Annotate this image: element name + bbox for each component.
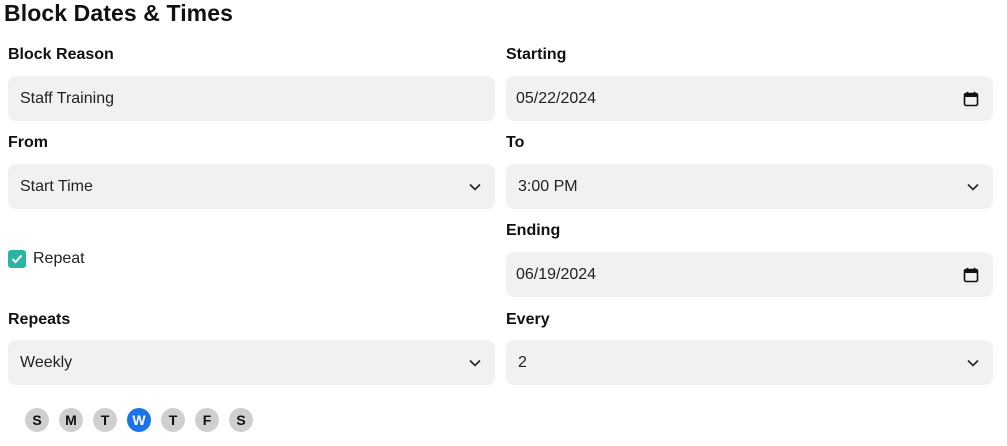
from-label: From <box>8 134 48 151</box>
starting-label: Starting <box>506 46 567 63</box>
to-time-select[interactable]: 3:00 PM <box>506 164 993 209</box>
repeat-checkbox-row[interactable]: Repeat <box>8 248 85 270</box>
every-select[interactable]: 2 <box>506 340 993 385</box>
day-thursday[interactable]: T <box>161 408 185 432</box>
every-label: Every <box>506 311 550 328</box>
repeat-label: Repeat <box>33 250 85 267</box>
day-friday[interactable]: F <box>195 408 219 432</box>
from-time-select[interactable]: Start Time <box>8 164 495 209</box>
starting-date-value: 05/22/2024 <box>516 89 597 107</box>
chevron-down-icon <box>469 183 481 191</box>
every-value: 2 <box>518 353 527 371</box>
repeats-label: Repeats <box>8 311 71 328</box>
day-selector: S M T W T F S <box>25 408 253 432</box>
calendar-icon[interactable] <box>963 267 979 283</box>
calendar-icon[interactable] <box>963 91 979 107</box>
from-time-value: Start Time <box>20 177 93 195</box>
day-wednesday[interactable]: W <box>127 408 151 432</box>
page-title: Block Dates & Times <box>4 0 234 26</box>
to-label: To <box>506 134 525 151</box>
block-reason-input[interactable]: Staff Training <box>8 76 495 121</box>
block-reason-value: Staff Training <box>20 89 114 107</box>
ending-label: Ending <box>506 222 561 239</box>
repeat-checkbox[interactable] <box>8 250 26 268</box>
day-monday[interactable]: M <box>59 408 83 432</box>
block-reason-label: Block Reason <box>8 46 114 63</box>
chevron-down-icon <box>967 359 979 367</box>
day-sunday[interactable]: S <box>25 408 49 432</box>
day-tuesday[interactable]: T <box>93 408 117 432</box>
check-icon <box>11 254 23 264</box>
repeats-select[interactable]: Weekly <box>8 340 495 385</box>
ending-date-input[interactable]: 06/19/2024 <box>506 252 993 297</box>
chevron-down-icon <box>967 183 979 191</box>
starting-date-input[interactable]: 05/22/2024 <box>506 76 993 121</box>
ending-date-value: 06/19/2024 <box>516 265 597 283</box>
repeats-value: Weekly <box>20 353 73 371</box>
to-time-value: 3:00 PM <box>518 177 578 195</box>
chevron-down-icon <box>469 359 481 367</box>
day-saturday[interactable]: S <box>229 408 253 432</box>
